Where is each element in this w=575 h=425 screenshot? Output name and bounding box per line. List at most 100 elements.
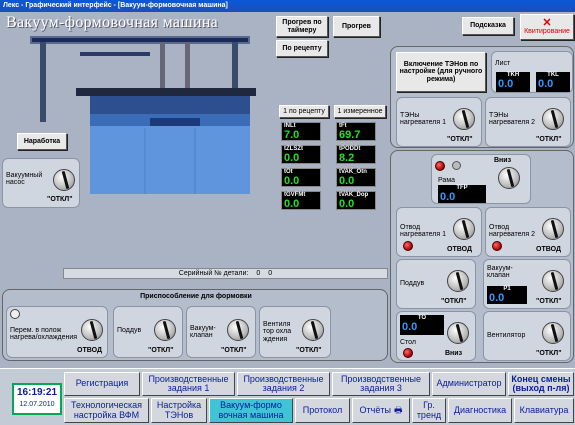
sheet-temp-panel: Лист TKH 0.0 TKL 0.0 bbox=[491, 51, 573, 93]
fan-label: Вентилятор bbox=[487, 332, 526, 339]
printer-icon: 🖶 bbox=[393, 404, 403, 415]
frame-blow-label: Поддув bbox=[400, 280, 425, 287]
to-box: TO 0.0 bbox=[400, 315, 444, 335]
frame-blow-switch[interactable] bbox=[447, 270, 469, 292]
machine-crossbar bbox=[80, 52, 150, 56]
retract1-switch[interactable] bbox=[453, 218, 475, 240]
by-recipe-button[interactable]: По рецепту bbox=[276, 40, 328, 57]
frame-blow-state: "ОТКЛ" bbox=[441, 298, 467, 305]
heater1-switch[interactable] bbox=[453, 108, 475, 130]
retract1-state: ОТВОД bbox=[447, 246, 472, 253]
nav-diagnostics[interactable]: Диагностика bbox=[448, 398, 512, 423]
fixture-valve-label: Вакуум- клапан bbox=[190, 325, 216, 340]
frame-control-panel: Вниз Рама TFP 0.0 bbox=[431, 154, 531, 204]
retract2-label: Отвод нагревателя 2 bbox=[489, 224, 535, 239]
nav-prod-task-2[interactable]: Производственные задания 2 bbox=[237, 372, 330, 396]
fixture-blow-switch[interactable] bbox=[154, 319, 176, 341]
nav-keyboard[interactable]: Клавиатура bbox=[514, 398, 574, 423]
tfp-value: 0.0 bbox=[440, 191, 456, 203]
fixture-blow-state: "ОТКЛ" bbox=[148, 347, 174, 354]
machine-platen bbox=[76, 88, 256, 96]
fan-switch[interactable] bbox=[542, 322, 564, 344]
vac-valve-label: Вакуум- клапан bbox=[487, 265, 513, 280]
table-label: Стол bbox=[400, 339, 417, 346]
work-time-button[interactable]: Наработка bbox=[17, 133, 67, 150]
nav-protocol[interactable]: Протокол bbox=[295, 398, 350, 423]
vac-valve-switch[interactable] bbox=[542, 270, 564, 292]
nav-prod-task-3[interactable]: Производственные задания 3 bbox=[332, 372, 430, 396]
hint-button[interactable]: Подсказка bbox=[462, 17, 514, 35]
tkl-box: TKL 0.0 bbox=[536, 72, 570, 92]
nav-reports[interactable]: Отчёты 🖶 bbox=[352, 398, 410, 423]
table-state: Вниз bbox=[445, 350, 463, 357]
vacuum-pump-panel: Вакуумный насос "ОТКЛ" bbox=[2, 158, 80, 208]
nav-vacuum-machine[interactable]: Вакуум-формо вочная машина bbox=[209, 398, 293, 423]
table-lamp bbox=[403, 348, 413, 358]
fixture-cooling-switch[interactable] bbox=[302, 319, 324, 341]
retract2-panel: Отвод нагревателя 2 ОТВОД bbox=[485, 207, 571, 257]
retract2-switch[interactable] bbox=[542, 218, 564, 240]
nav-heater-setup[interactable]: Настройка ТЭНов bbox=[151, 398, 207, 423]
fixture-valve-switch[interactable] bbox=[227, 319, 249, 341]
tkh-value: 0.0 bbox=[498, 78, 514, 90]
nav-prod-task-1[interactable]: Производственные задания 1 bbox=[142, 372, 235, 396]
tkl-value: 0.0 bbox=[538, 78, 554, 90]
tkh-box: TKH 0.0 bbox=[496, 72, 530, 92]
tab-measured[interactable]: 1 измеренное bbox=[334, 105, 386, 118]
sensor-box: tVAK_Dop 0.0 bbox=[336, 191, 376, 210]
nav-registration[interactable]: Регистрация bbox=[64, 372, 140, 396]
frame-switch[interactable] bbox=[498, 167, 520, 189]
heater2-switch[interactable] bbox=[542, 108, 564, 130]
tfp-box: TFP 0.0 bbox=[438, 185, 486, 203]
vacuum-pump-switch[interactable] bbox=[53, 169, 75, 191]
machine-column-left bbox=[40, 42, 46, 122]
fixture-blow-label: Поддув bbox=[117, 327, 142, 334]
retract2-lamp bbox=[492, 241, 502, 251]
nav-admin[interactable]: Администратор bbox=[432, 372, 506, 396]
frame-red-lamp bbox=[435, 161, 445, 171]
preheat-button[interactable]: Прогрев bbox=[333, 16, 380, 37]
nav-reports-label: Отчёты bbox=[359, 404, 391, 415]
nav-shift-end[interactable]: Конец смены (выход п-ля) bbox=[508, 372, 574, 396]
window-title-bar: Лекс - Графический интерфейс - [Вакуум-ф… bbox=[0, 0, 575, 12]
move-indicator-lamp bbox=[10, 309, 20, 319]
sensor-value: 69.7 bbox=[339, 129, 361, 141]
nav-tech-setup[interactable]: Технологическая настройка ВФМ bbox=[64, 398, 149, 423]
manual-heaters-button[interactable]: Включение ТЭНов по настройке (для ручног… bbox=[396, 52, 486, 92]
ack-button[interactable]: ✕ Квитирование bbox=[520, 14, 574, 40]
heater1-panel: ТЭНы нагревателя 1 "ОТКЛ" bbox=[396, 97, 482, 147]
sensor-value: 0.0 bbox=[284, 198, 300, 210]
fixture-move-switch[interactable] bbox=[81, 319, 103, 341]
ack-label: Квитирование bbox=[524, 28, 570, 36]
heater2-state: "ОТКЛ" bbox=[536, 136, 562, 143]
fixture-cooling-panel: Вентиля тор охла ждения "ОТКЛ" bbox=[259, 306, 331, 358]
fixture-move-state: ОТВОД bbox=[77, 347, 102, 354]
sheet-label: Лист bbox=[495, 60, 511, 67]
fixture-valve-panel: Вакуум- клапан "ОТКЛ" bbox=[186, 306, 256, 358]
timer-preheat-button[interactable]: Прогрев по таймеру bbox=[276, 16, 328, 37]
fixture-cooling-state: "ОТКЛ" bbox=[296, 347, 322, 354]
machine-frame-upper bbox=[90, 96, 250, 114]
vac-valve-state: "ОТКЛ" bbox=[536, 298, 562, 305]
fan-state: "ОТКЛ" bbox=[536, 350, 562, 357]
table-switch[interactable] bbox=[447, 322, 469, 344]
serial-label: Серийный № детали: bbox=[178, 270, 249, 277]
sensor-value: 0.0 bbox=[339, 198, 355, 210]
heater2-label: ТЭНы нагревателя 2 bbox=[489, 112, 535, 127]
retract1-label: Отвод нагревателя 1 bbox=[400, 224, 446, 239]
heater1-label: ТЭНы нагревателя 1 bbox=[400, 112, 446, 127]
frame-panel: Вниз Рама TFP 0.0 Отвод нагревателя 1 ОТВ… bbox=[390, 150, 574, 363]
sensor-box: tZLSZt 0.0 bbox=[281, 145, 321, 164]
serial-value-a: 0 bbox=[256, 270, 261, 277]
heater1-state: "ОТКЛ" bbox=[447, 136, 473, 143]
fixture-move-panel: Перем. в полож нагрева/охлаждения ОТВОД bbox=[6, 306, 108, 358]
vacuum-pump-state: "ОТКЛ" bbox=[47, 196, 73, 203]
serial-value-b: 0 bbox=[268, 270, 273, 277]
nav-trend[interactable]: Гр. тренд bbox=[412, 398, 446, 423]
tab-by-recipe[interactable]: 1 по рецепту bbox=[279, 105, 329, 118]
sensor-value: 7.0 bbox=[284, 129, 300, 141]
heater2-panel: ТЭНы нагревателя 2 "ОТКЛ" bbox=[485, 97, 571, 147]
serial-bar: Серийный № детали: 0 0 bbox=[63, 268, 388, 279]
vac-valve-panel: Вакуум- клапан P1 0.0 "ОТКЛ" bbox=[483, 259, 571, 309]
to-value: 0.0 bbox=[402, 321, 418, 333]
